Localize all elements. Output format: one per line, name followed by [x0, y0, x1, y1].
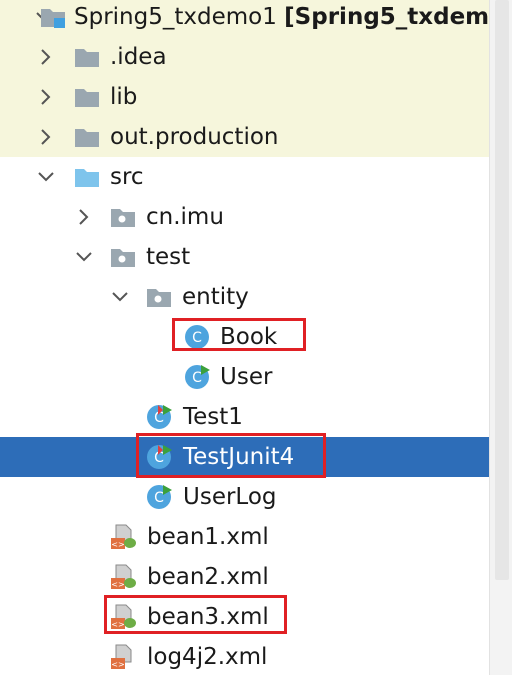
tree-node-idea[interactable]: .idea — [0, 37, 490, 77]
tree-label-log4j2-xml: log4j2.xml — [147, 644, 268, 670]
tree-node-lib[interactable]: lib — [0, 77, 490, 117]
chevron-right-icon[interactable] — [74, 207, 94, 227]
package-icon — [111, 249, 135, 267]
tree-node-test1[interactable]: C Test1 — [0, 397, 490, 437]
tree-label-lib: lib — [110, 84, 138, 110]
tree-node-bean1-xml[interactable]: <> bean1.xml — [0, 517, 490, 557]
chevron-right-icon[interactable] — [36, 127, 56, 147]
tree-label-test: test — [146, 244, 191, 270]
svg-text:<>: <> — [111, 540, 124, 549]
package-icon — [147, 289, 171, 307]
spring-xml-file-icon: <> — [111, 564, 136, 589]
tree-label-out-production: out.production — [110, 124, 279, 150]
module-name: [Spring5_txdemo] — [284, 4, 512, 30]
tree-node-cn-imu[interactable]: cn.imu — [0, 197, 490, 237]
tree-node-userlog[interactable]: C UserLog — [0, 477, 490, 517]
source-folder-icon — [75, 169, 99, 187]
tree-node-log4j2-xml[interactable]: <> log4j2.xml — [0, 637, 490, 677]
tree-label-idea: .idea — [110, 44, 167, 70]
scrollbar-thumb[interactable] — [495, 0, 509, 580]
tree-node-out-production[interactable]: out.production — [0, 117, 490, 157]
tree-label-test1: Test1 — [183, 404, 243, 430]
svg-text:<>: <> — [111, 660, 124, 669]
chevron-down-icon[interactable] — [36, 167, 56, 187]
chevron-right-icon[interactable] — [36, 87, 56, 107]
tree-label-bean1-xml: bean1.xml — [147, 524, 269, 550]
runnable-class-icon: C — [147, 485, 172, 509]
tree-label-cn-imu: cn.imu — [146, 204, 224, 230]
tree-label-user: User — [220, 364, 273, 390]
spring-xml-file-icon: <> — [111, 524, 136, 549]
folder-icon — [75, 89, 99, 107]
tree-label-userlog: UserLog — [183, 484, 277, 510]
chevron-right-icon[interactable] — [36, 47, 56, 67]
highlight-box-bean3 — [104, 595, 287, 634]
tree-label-src: src — [110, 164, 144, 190]
tree-node-src[interactable]: src — [0, 157, 490, 197]
runnable-class-icon: C — [185, 365, 210, 389]
folder-icon — [75, 129, 99, 147]
chevron-down-icon[interactable] — [74, 247, 94, 267]
tree-node-entity[interactable]: entity — [0, 277, 490, 317]
tree-node-user[interactable]: C User — [0, 357, 490, 397]
svg-text:C: C — [192, 370, 202, 386]
tree-node-project-root[interactable]: Spring5_txdemo1 [Spring5_txdemo] — [0, 0, 512, 37]
highlight-box-testjunit4 — [136, 433, 326, 478]
tree-node-test[interactable]: test — [0, 237, 490, 277]
tree-label-entity: entity — [182, 284, 249, 310]
xml-file-icon: <> — [111, 644, 132, 669]
project-name: Spring5_txdemo1 — [74, 4, 277, 30]
module-folder-icon — [41, 9, 65, 28]
test-class-icon: C — [147, 405, 172, 429]
project-tree: Spring5_txdemo1 [Spring5_txdemo] .idea l… — [0, 0, 512, 677]
tree-node-bean2-xml[interactable]: <> bean2.xml — [0, 557, 490, 597]
svg-text:C: C — [154, 490, 164, 506]
highlight-box-book — [172, 318, 306, 351]
tree-label-bean2-xml: bean2.xml — [147, 564, 269, 590]
package-icon — [111, 209, 135, 227]
svg-text:<>: <> — [111, 580, 124, 589]
chevron-down-icon[interactable] — [110, 287, 130, 307]
folder-icon — [75, 49, 99, 67]
vertical-scrollbar[interactable] — [489, 0, 512, 675]
